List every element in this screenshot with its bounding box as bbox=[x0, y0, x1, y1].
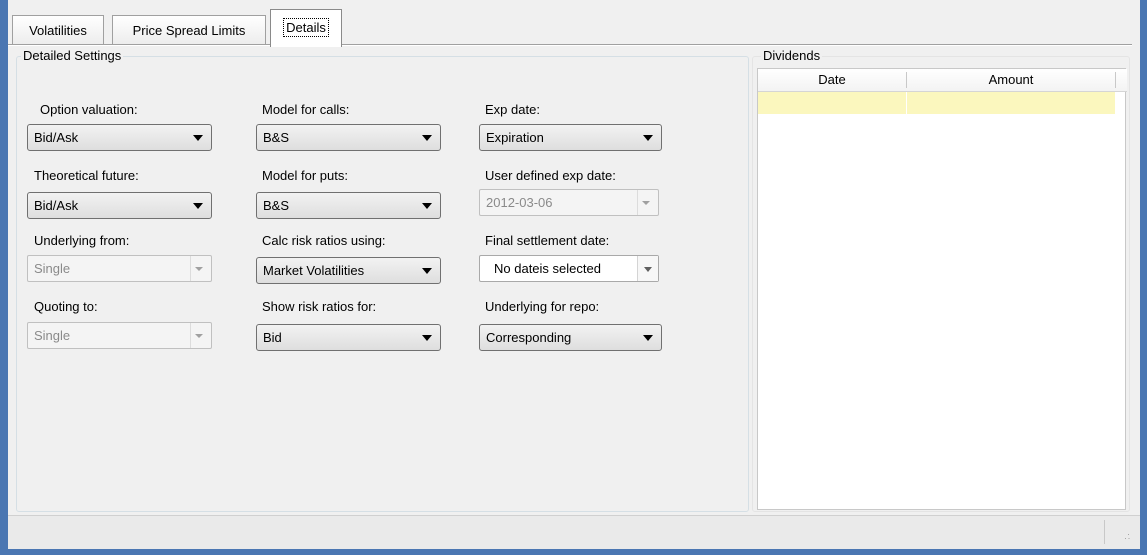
chevron-down-icon bbox=[422, 335, 432, 341]
show-risk-ratios-label: Show risk ratios for: bbox=[262, 299, 377, 314]
underlying-from-value: Single bbox=[34, 261, 71, 276]
calc-risk-ratios-select[interactable]: Market Volatilities bbox=[256, 257, 441, 284]
tab-divider bbox=[8, 44, 1132, 46]
final-settlement-date-label: Final settlement date: bbox=[485, 233, 610, 248]
user-exp-date-label: User defined exp date: bbox=[485, 168, 616, 183]
exp-date-label: Exp date: bbox=[485, 102, 540, 117]
quoting-to-label: Quoting to: bbox=[34, 299, 98, 314]
tab-price-spread-limits[interactable]: Price Spread Limits bbox=[112, 15, 266, 45]
chevron-down-icon bbox=[643, 135, 653, 141]
final-settlement-date-picker[interactable]: No dateis selected bbox=[479, 255, 659, 282]
chevron-down-icon bbox=[193, 203, 203, 209]
tab-volatilities-label: Volatilities bbox=[29, 23, 87, 38]
theoretical-future-value: Bid/Ask bbox=[34, 198, 79, 213]
show-risk-ratios-value: Bid bbox=[263, 330, 282, 345]
tab-volatilities[interactable]: Volatilities bbox=[12, 15, 104, 45]
status-bar bbox=[8, 515, 1140, 549]
theoretical-future-label: Theoretical future: bbox=[34, 168, 139, 183]
column-separator[interactable] bbox=[1115, 72, 1116, 88]
chevron-down-icon bbox=[642, 201, 650, 205]
quoting-to-select[interactable]: Single bbox=[27, 322, 212, 349]
dividends-table[interactable]: Date Amount bbox=[757, 68, 1127, 510]
model-for-puts-value: B&S bbox=[263, 198, 290, 213]
underlying-for-repo-value: Corresponding bbox=[486, 330, 572, 345]
user-exp-date-picker[interactable]: 2012-03-06 bbox=[479, 189, 659, 216]
model-for-calls-label: Model for calls: bbox=[262, 102, 350, 117]
tab-price-spread-limits-label: Price Spread Limits bbox=[132, 23, 246, 38]
option-valuation-value: Bid/Ask bbox=[34, 130, 79, 145]
final-settlement-date-value: No dateis selected bbox=[494, 261, 601, 276]
chevron-down-icon bbox=[643, 335, 653, 341]
dividends-title: Dividends bbox=[761, 48, 823, 63]
chevron-down-icon bbox=[422, 268, 432, 274]
model-for-puts-select[interactable]: B&S bbox=[256, 192, 441, 219]
chevron-down-icon bbox=[422, 135, 432, 141]
resize-grip-icon[interactable]: · · · bbox=[1124, 530, 1130, 543]
model-for-calls-select[interactable]: B&S bbox=[256, 124, 441, 151]
exp-date-value: Expiration bbox=[486, 130, 544, 145]
chevron-down-icon bbox=[195, 334, 203, 338]
calc-risk-ratios-value: Market Volatilities bbox=[263, 263, 365, 278]
column-header-date[interactable]: Date bbox=[758, 69, 906, 91]
chevron-down-icon bbox=[193, 135, 203, 141]
chevron-down-icon bbox=[422, 203, 432, 209]
chevron-down-icon bbox=[195, 267, 203, 271]
underlying-for-repo-label: Underlying for repo: bbox=[485, 299, 600, 314]
status-bar-separator bbox=[1104, 520, 1105, 544]
tab-details[interactable]: Details bbox=[270, 9, 342, 47]
quoting-to-value: Single bbox=[34, 328, 71, 343]
option-valuation-select[interactable]: Bid/Ask bbox=[27, 124, 212, 151]
model-for-calls-value: B&S bbox=[263, 130, 290, 145]
window-border-left bbox=[0, 0, 8, 555]
theoretical-future-select[interactable]: Bid/Ask bbox=[27, 192, 212, 219]
option-valuation-label: Option valuation: bbox=[40, 102, 138, 117]
window-border-right bbox=[1140, 0, 1147, 555]
underlying-from-select[interactable]: Single bbox=[27, 255, 212, 282]
column-header-amount[interactable]: Amount bbox=[907, 69, 1115, 91]
user-exp-date-value: 2012-03-06 bbox=[486, 195, 553, 210]
detailed-settings-title: Detailed Settings bbox=[21, 48, 124, 63]
exp-date-select[interactable]: Expiration bbox=[479, 124, 662, 151]
show-risk-ratios-select[interactable]: Bid bbox=[256, 324, 441, 351]
cell-amount[interactable] bbox=[907, 92, 1115, 114]
chevron-down-icon bbox=[644, 267, 652, 272]
underlying-from-label: Underlying from: bbox=[34, 233, 130, 248]
window-border-bottom bbox=[0, 548, 1147, 555]
table-header: Date Amount bbox=[758, 69, 1127, 92]
calc-risk-ratios-label: Calc risk ratios using: bbox=[262, 233, 386, 248]
underlying-for-repo-select[interactable]: Corresponding bbox=[479, 324, 662, 351]
cell-date[interactable] bbox=[758, 92, 906, 114]
table-row[interactable] bbox=[758, 92, 1115, 114]
model-for-puts-label: Model for puts: bbox=[262, 168, 348, 183]
tab-details-label: Details bbox=[283, 18, 329, 37]
